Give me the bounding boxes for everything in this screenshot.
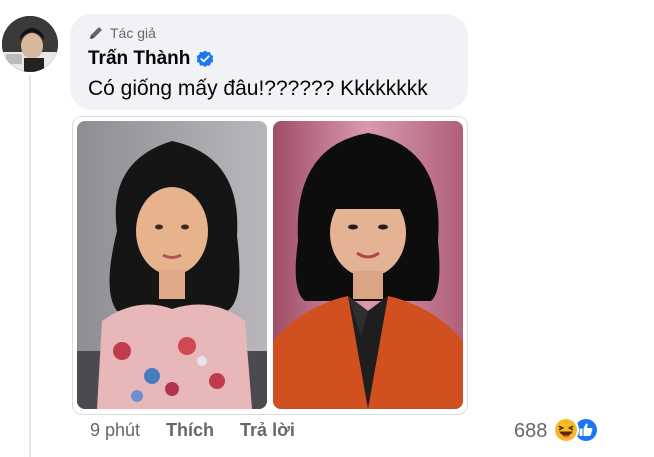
author-name[interactable]: Trấn Thành (88, 48, 190, 70)
reaction-count[interactable]: 688 (514, 420, 547, 443)
reaction-summary[interactable]: 688 (514, 417, 601, 445)
comment-text: Có giống mấy đâu!?????? Kkkkkkkk (88, 77, 428, 100)
photo-right (273, 121, 463, 409)
like-button[interactable]: Thích (166, 420, 214, 441)
comment-time[interactable]: 9 phút (90, 420, 140, 441)
author-badge-label: Tác giả (110, 25, 156, 41)
comment-actions: 9 phút Thích Trả lời (90, 420, 321, 441)
author-badge: Tác giả (88, 25, 156, 41)
thread-line (29, 75, 31, 457)
avatar[interactable] (2, 16, 58, 72)
verified-badge-icon (197, 50, 214, 68)
comment-bubble: Tác giả Trấn Thành Có giống mấy đâu!????… (70, 14, 468, 110)
haha-icon (553, 417, 580, 449)
reply-button[interactable]: Trả lời (240, 420, 295, 441)
pen-icon (90, 27, 102, 39)
comment-photo[interactable] (72, 116, 468, 415)
photo-left (77, 121, 267, 409)
